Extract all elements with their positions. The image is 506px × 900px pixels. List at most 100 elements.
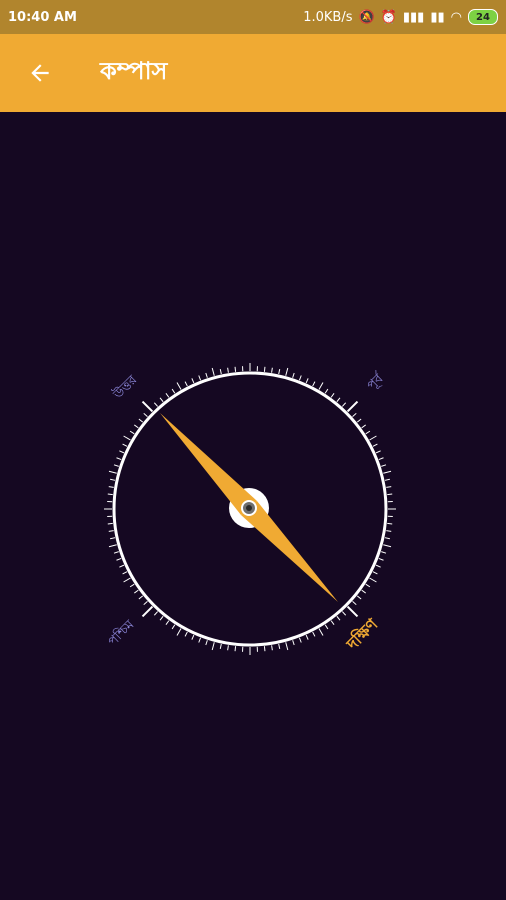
notifications-off-icon: 🔕 <box>358 9 375 25</box>
compass-tick <box>110 537 116 540</box>
compass-tick <box>143 412 148 418</box>
compass-tick <box>263 366 266 372</box>
compass-tick <box>369 577 377 583</box>
compass-tick <box>171 624 176 630</box>
compass-tick <box>378 557 384 561</box>
compass-tick <box>346 400 359 413</box>
compass-tick <box>159 615 164 621</box>
compass-tick <box>369 435 377 441</box>
signal-icon: ▮▮▮ <box>402 9 425 25</box>
compass-tick <box>386 486 392 488</box>
compass-tick <box>285 642 289 651</box>
compass-tick <box>153 611 159 616</box>
compass-tick <box>116 457 122 461</box>
compass-tick <box>141 400 154 413</box>
compass-tick <box>381 551 387 554</box>
compass-tick <box>108 544 117 548</box>
compass-tick <box>278 643 281 649</box>
compass-tick <box>375 450 381 454</box>
label-east: পূর্ব <box>364 369 388 393</box>
compass-tick <box>330 620 335 625</box>
status-time: 10:40 AM <box>8 9 77 25</box>
label-north: উত্তর <box>109 372 140 403</box>
compass-tick <box>356 418 362 423</box>
compass-tick <box>384 478 390 481</box>
wifi-icon: ◠ <box>450 9 462 25</box>
compass-tick <box>129 583 135 588</box>
compass-tick <box>305 634 309 640</box>
compass-tick <box>336 397 341 403</box>
compass-tick <box>211 642 215 651</box>
compass-tick <box>387 493 393 496</box>
compass-tick <box>108 470 117 474</box>
status-bar: 10:40 AM 1.0KB/s 🔕 ⏰ ▮▮▮ ▮▮ ◠ 24 <box>0 0 506 34</box>
compass: উত্তর পূর্ব পশ্চিম দক্ষিণ <box>104 363 396 655</box>
back-button[interactable] <box>0 34 80 112</box>
compass-tick <box>375 564 381 568</box>
compass-tick <box>378 457 384 461</box>
compass-tick <box>234 646 237 652</box>
compass-tick <box>271 367 273 373</box>
compass-tick <box>271 645 273 651</box>
compass-tick <box>352 600 357 606</box>
signal-icon-2: ▮▮ <box>430 9 445 25</box>
compass-tick <box>324 388 329 394</box>
needle-hub-center <box>246 505 252 511</box>
compass-tick <box>107 522 113 525</box>
compass-tick <box>165 620 170 625</box>
compass-tick <box>141 605 154 618</box>
compass-tick <box>278 369 281 375</box>
compass-tick <box>352 412 357 418</box>
compass-tick <box>198 375 202 381</box>
page-title: কম্পাস <box>100 57 168 85</box>
compass-tick <box>116 557 122 561</box>
alarm-icon: ⏰ <box>380 9 397 25</box>
compass-tick <box>122 443 128 447</box>
compass-tick <box>312 381 316 387</box>
compass-tick <box>184 631 188 637</box>
compass-tick <box>324 624 329 630</box>
compass-tick <box>153 402 159 407</box>
compass-tick <box>119 450 125 454</box>
compass-tick <box>356 595 362 600</box>
compass-tick <box>318 382 324 390</box>
compass-tick <box>298 637 302 643</box>
compass-tick <box>123 435 131 441</box>
compass-tick <box>383 470 392 474</box>
app-bar: কম্পাস <box>0 34 506 112</box>
compass-tick <box>234 366 237 372</box>
compass-tick <box>381 464 387 467</box>
compass-tick <box>108 530 114 532</box>
compass-tick <box>113 551 119 554</box>
compass-tick <box>205 640 208 646</box>
compass-tick <box>383 544 392 548</box>
network-speed: 1.0KB/s <box>303 9 353 25</box>
compass-tick <box>330 393 335 398</box>
label-south: দক্ষিণ <box>341 613 382 654</box>
compass-tick <box>372 443 378 447</box>
compass-tick <box>305 378 309 384</box>
compass-tick <box>165 393 170 398</box>
compass-tick <box>138 595 144 600</box>
compass-tick <box>107 493 113 496</box>
compass-tick <box>372 571 378 575</box>
battery-icon: 24 <box>468 9 498 25</box>
compass-area: উত্তর পূর্ব পশ্চিম দক্ষিণ <box>0 112 506 900</box>
compass-tick <box>384 537 390 540</box>
compass-tick <box>119 564 125 568</box>
compass-tick <box>159 397 164 403</box>
compass-tick <box>341 611 347 616</box>
compass-tick <box>143 600 148 606</box>
compass-tick <box>318 628 324 636</box>
compass-tick <box>227 645 229 651</box>
compass-tick <box>191 378 195 384</box>
compass-tick <box>191 634 195 640</box>
compass-tick <box>361 424 366 429</box>
status-icons: 1.0KB/s 🔕 ⏰ ▮▮▮ ▮▮ ◠ 24 <box>303 9 498 25</box>
compass-tick <box>134 424 139 429</box>
compass-tick <box>211 367 215 376</box>
compass-tick <box>312 631 316 637</box>
arrow-left-icon <box>31 64 49 82</box>
compass-tick <box>108 486 114 488</box>
compass-tick <box>176 628 182 636</box>
